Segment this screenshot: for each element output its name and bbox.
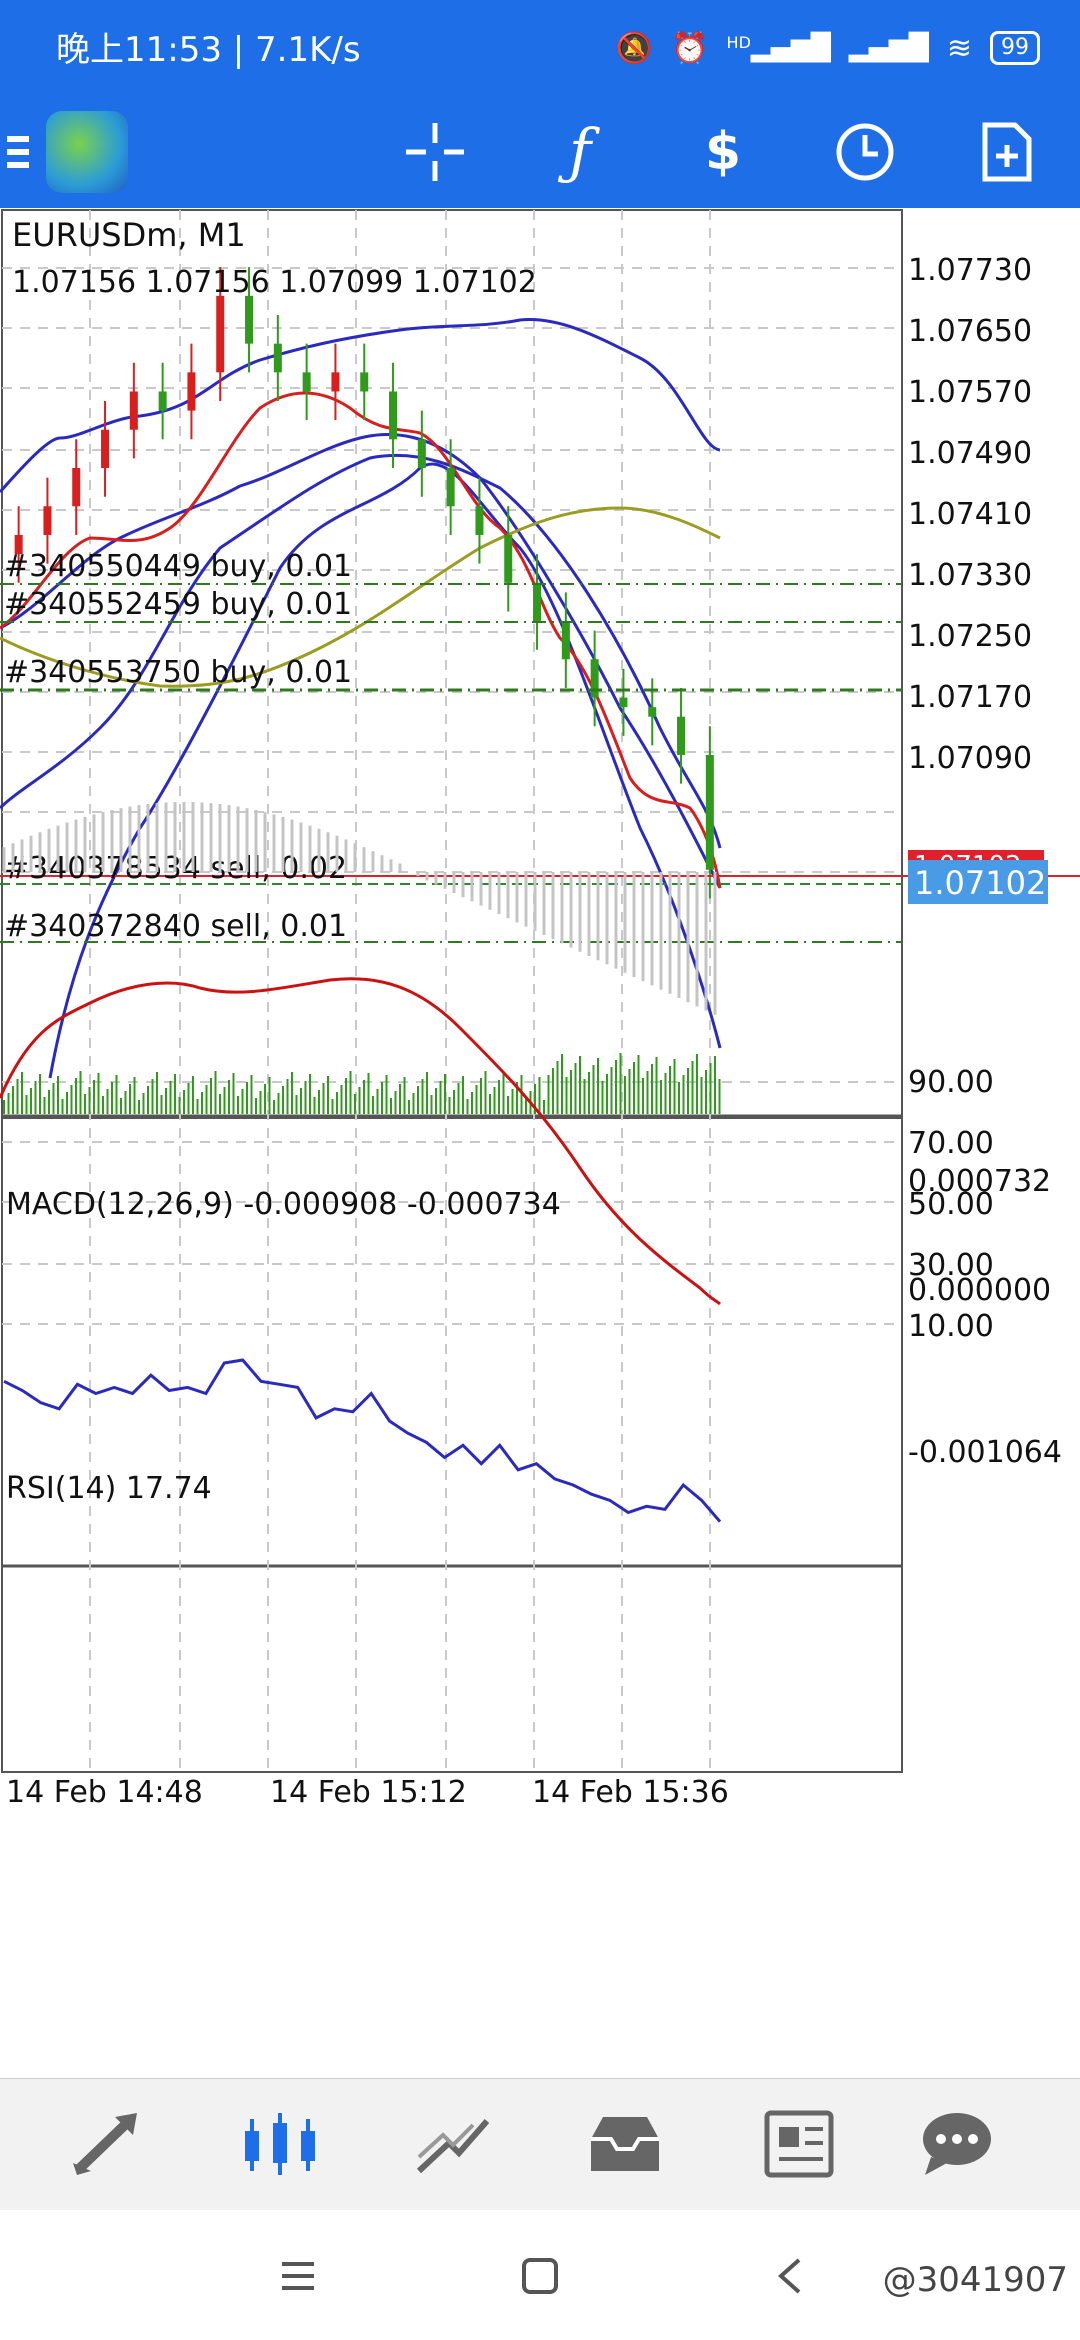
volume-bars [3,1053,721,1114]
wifi-icon: ≋ [946,30,972,66]
battery-icon: 99 [990,31,1040,65]
candle-body [504,534,513,583]
news-icon[interactable] [752,2099,842,2189]
price-tick: 1.07490 [908,436,1032,471]
chart-grid [2,210,902,1772]
alarm-icon: ⏰ [671,30,709,66]
macd-signal-line [0,977,721,1306]
price-tick: 1.07650 [908,314,1032,349]
candle-body [533,582,542,622]
candle-body [158,391,167,411]
price-tick: 1.07410 [908,497,1032,532]
candle-body [360,372,369,392]
candle-body [475,506,484,535]
candle-body [129,391,138,430]
messages-icon[interactable] [912,2099,1002,2189]
symbol-label: EURUSDm, M1 [12,216,246,254]
rsi-tick: 50.00 [908,1187,994,1222]
status-time: 晚上11:53 | 7.1K/s [56,30,361,70]
price-tick: 1.07570 [908,375,1032,410]
candle-body [619,697,628,708]
order-label-5: #340372840 sell, 0.01 [4,909,347,944]
rsi-tick: 70.00 [908,1126,994,1161]
price-tick: 1.07330 [908,558,1032,593]
candle-body [561,621,570,660]
candle-body [417,439,426,468]
price-tick: 1.07170 [908,680,1032,715]
current-price-text: 1.07102 [914,864,1046,902]
status-bar: 晚上11:53 | 7.1K/s 🔕 ⏰ HD▂▄▆█ ▂▄▆█ ≋ 99 [0,0,1080,96]
candle-body [101,429,110,468]
macd-label: MACD(12,26,9) -0.000908 -0.000734 [6,1187,561,1222]
app-logo [46,111,128,193]
price-axis: 1.07730 1.07650 1.07570 1.07490 1.07410 1.073… [908,253,1032,776]
candle-body [245,295,254,344]
bb-middle [0,453,722,849]
system-nav-bar: @3041907 [0,2210,1080,2340]
templates-icon[interactable] [972,96,1042,208]
history-icon[interactable] [580,2099,670,2189]
order-label-2: #340552459 buy, 0.01 [4,587,352,622]
indicators-icon[interactable]: ƒ [545,96,615,208]
candle-body [590,659,599,698]
candle-body [43,506,52,535]
recents-icon[interactable] [268,2246,328,2306]
chart-canvas[interactable]: EURUSDm, M1 1.07156 1.07156 1.07099 1.07… [0,208,1080,2078]
price-tick: 1.07090 [908,741,1032,776]
macd-tick-bottom: -0.001064 [908,1435,1062,1470]
menu-icon[interactable] [0,96,38,208]
candle-body [72,468,81,507]
candle-body [273,343,282,373]
time-label-1: 14 Feb 14:48 [6,1775,203,1810]
crosshair-icon[interactable] [400,96,470,208]
price-tick: 1.07250 [908,619,1032,654]
candle-body [446,468,455,507]
time-label-3: 14 Feb 15:36 [532,1775,729,1810]
mute-icon: 🔕 [615,30,654,66]
back-icon[interactable] [760,2246,820,2306]
quotes-icon[interactable] [64,2099,154,2189]
signal-icon: HD▂▄▆█ [726,33,831,63]
candle-body [389,391,398,440]
rsi-tick: 30.00 [908,1248,994,1283]
app-toolbar: ƒ $ [0,96,1080,208]
bottom-nav [0,2078,1080,2211]
candle-body [187,372,196,411]
chart-area[interactable]: EURUSDm, M1 1.07156 1.07156 1.07099 1.07… [0,208,1080,2078]
status-icons: 🔕 ⏰ HD▂▄▆█ ▂▄▆█ ≋ 99 [616,26,1040,70]
signal2-icon: ▂▄▆█ [848,33,929,63]
rsi-tick: 10.00 [908,1309,994,1344]
price-tick: 1.07730 [908,253,1032,288]
time-label-2: 14 Feb 15:12 [270,1775,467,1810]
watermark: @3041907 [882,2260,1068,2300]
rsi-label: RSI(14) 17.74 [6,1471,212,1506]
rsi-tick: 90.00 [908,1065,994,1100]
trade-icon[interactable]: $ [685,96,761,208]
trade-nav-icon[interactable] [408,2099,498,2189]
candle-body [216,295,225,373]
ohlc-label: 1.07156 1.07156 1.07099 1.07102 [12,265,537,300]
order-label-3: #340553750 buy, 0.01 [4,655,352,690]
chart-icon[interactable] [236,2099,326,2189]
candle-body [705,754,714,870]
order-label-1: #340550449 buy, 0.01 [4,549,352,584]
candle-body [677,716,686,755]
candle-body [302,372,311,392]
home-icon[interactable] [510,2246,570,2306]
timeframe-icon[interactable] [830,96,900,208]
candle-body [648,707,657,717]
candle-body [331,372,340,392]
